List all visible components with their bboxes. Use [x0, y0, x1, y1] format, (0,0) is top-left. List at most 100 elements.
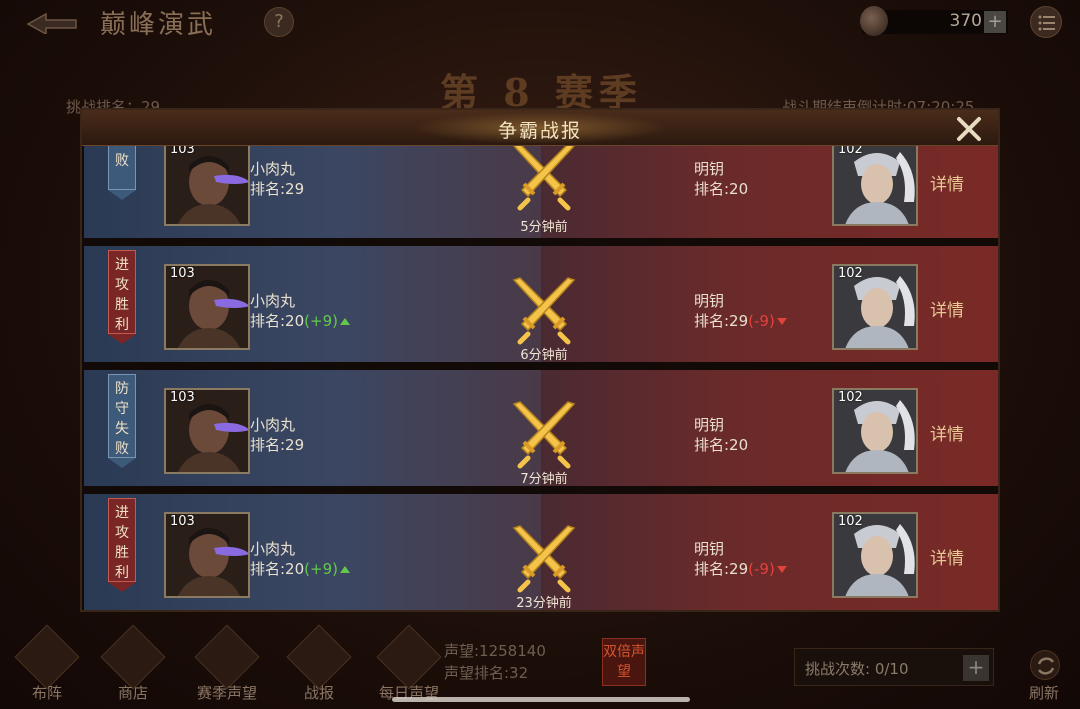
- detail-button[interactable]: 详情: [930, 296, 964, 321]
- formation-icon: [14, 624, 80, 690]
- battle-report-modal: 争霸战报 守失败 103 小肉丸 排名:29: [80, 108, 1000, 612]
- season-reputation-icon: [194, 624, 260, 690]
- player-rank: 排名:20(+9): [250, 310, 350, 331]
- battle-time: 5分钟前: [520, 220, 568, 235]
- player-rank-text: 排名:29: [250, 180, 305, 198]
- detail-button[interactable]: 详情: [930, 170, 964, 195]
- attempts-label: 挑战次数: 0/10: [805, 660, 909, 678]
- player-avatar[interactable]: 103: [164, 264, 250, 350]
- reputation-rank: 声望排名:32: [444, 664, 529, 682]
- detail-button[interactable]: 详情: [930, 420, 964, 445]
- opponent-avatar[interactable]: 102: [832, 512, 918, 598]
- opponent-name: 明钥: [694, 292, 725, 310]
- currency-display: 370 +: [860, 6, 1008, 36]
- double-reputation-badge: 双倍声望: [602, 638, 646, 686]
- opponent-avatar[interactable]: 102: [832, 264, 918, 350]
- result-ribbon: 进攻胜利: [108, 250, 136, 344]
- home-indicator[interactable]: [392, 697, 690, 702]
- player-level: 103: [170, 266, 195, 281]
- general-portrait-icon: [834, 146, 916, 224]
- player-name: 小肉丸: [250, 160, 296, 178]
- opponent-name: 明钥: [694, 160, 725, 178]
- opponent-level: 102: [838, 390, 863, 405]
- player-avatar[interactable]: 103: [164, 146, 250, 226]
- player-rank-text: 排名:29: [250, 436, 305, 454]
- player-rank-change: (+9): [304, 312, 338, 330]
- rank-down-arrow-icon: [776, 318, 787, 325]
- player-level: 103: [170, 146, 195, 157]
- list-menu-icon: [1038, 15, 1055, 31]
- add-attempts-button[interactable]: +: [963, 655, 989, 681]
- battle-time: 6分钟前: [520, 348, 568, 363]
- nav-shop-label: 商店: [117, 684, 148, 702]
- opponent-avatar[interactable]: 102: [832, 388, 918, 474]
- modal-header: 争霸战报: [82, 110, 998, 146]
- battle-report-icon: [286, 624, 352, 690]
- top-bar: 巅峰演武 ? 370 +: [0, 0, 1080, 44]
- result-ribbon: 守失败: [108, 146, 136, 200]
- back-button[interactable]: [22, 8, 82, 36]
- nav-daily-reputation[interactable]: 每日声望: [374, 624, 444, 704]
- battle-row: 防守失败 103 小肉丸 排名:29 7分钟前 明钥 排名:20 102 详情: [84, 370, 998, 490]
- opponent-rank: 排名:29(-9): [694, 310, 787, 331]
- shop-icon: [100, 624, 166, 690]
- opponent-rank: 排名:20: [694, 178, 748, 199]
- reputation-value: 声望:1258140: [444, 642, 546, 660]
- refresh-button[interactable]: 刷新: [1022, 650, 1066, 708]
- player-rank-text: 排名:20: [250, 560, 305, 578]
- opponent-name: 明钥: [694, 540, 725, 558]
- crossed-swords-icon: [512, 277, 576, 345]
- row-divider: [84, 238, 998, 242]
- page-title: 巅峰演武: [100, 10, 217, 40]
- battle-row: 进攻胜利 103 小肉丸 排名:20(+9) 23分钟前 明钥 排名:29(-9…: [84, 494, 998, 610]
- crossed-swords-icon: [512, 146, 576, 211]
- help-button[interactable]: ?: [264, 7, 294, 37]
- nav-shop[interactable]: 商店: [98, 624, 168, 704]
- player-level: 103: [170, 514, 195, 529]
- opponent-rank-change: (-9): [748, 560, 775, 578]
- opponent-level: 102: [838, 146, 863, 157]
- opponent-rank-change: (-9): [748, 312, 775, 330]
- daily-reputation-icon: [376, 624, 442, 690]
- player-panel: [84, 146, 541, 242]
- result-ribbon: 进攻胜利: [108, 498, 136, 592]
- close-icon: [957, 117, 981, 141]
- battle-row: 进攻胜利 103 小肉丸 排名:20(+9) 6分钟前 明钥 排名:29(-9)…: [84, 246, 998, 366]
- coin-icon: [860, 6, 888, 36]
- player-avatar[interactable]: 103: [164, 512, 250, 598]
- battle-list[interactable]: 守失败 103 小肉丸 排名:29 5分钟前 明钥: [82, 146, 998, 610]
- player-rank: 排名:29: [250, 434, 304, 455]
- player-name: 小肉丸: [250, 540, 296, 558]
- back-arrow-icon: [26, 12, 77, 36]
- opponent-name: 明钥: [694, 416, 725, 434]
- menu-button[interactable]: [1030, 6, 1062, 38]
- close-button[interactable]: [954, 114, 984, 144]
- detail-button[interactable]: 详情: [930, 544, 964, 569]
- player-rank: 排名:20(+9): [250, 558, 350, 579]
- opponent-rank-text: 排名:29: [694, 312, 749, 330]
- battle-time: 23分钟前: [516, 596, 572, 610]
- nav-formation[interactable]: 布阵: [12, 624, 82, 704]
- player-level: 103: [170, 390, 195, 405]
- result-ribbon: 防守失败: [108, 374, 136, 468]
- opponent-avatar[interactable]: 102: [832, 146, 918, 226]
- player-avatar[interactable]: 103: [164, 388, 250, 474]
- player-rank-change: (+9): [304, 560, 338, 578]
- refresh-label: 刷新: [1028, 684, 1059, 702]
- nav-battle-report[interactable]: 战报: [284, 624, 354, 704]
- player-panel: [84, 370, 541, 490]
- crossed-swords-icon: [512, 401, 576, 469]
- nav-formation-label: 布阵: [31, 684, 62, 702]
- rank-up-arrow-icon: [339, 318, 350, 325]
- player-rank: 排名:29: [250, 178, 304, 199]
- opponent-rank-text: 排名:20: [694, 436, 749, 454]
- rank-down-arrow-icon: [776, 566, 787, 573]
- add-currency-button[interactable]: +: [984, 11, 1006, 33]
- nav-season-reputation[interactable]: 赛季声望: [192, 624, 262, 704]
- row-divider: [84, 486, 998, 490]
- nav-battle-report-label: 战报: [303, 684, 334, 702]
- player-name: 小肉丸: [250, 416, 296, 434]
- reputation-info: 声望:1258140 声望排名:32: [444, 640, 546, 684]
- nav-season-reputation-label: 赛季声望: [196, 684, 257, 702]
- opponent-rank-text: 排名:29: [694, 560, 749, 578]
